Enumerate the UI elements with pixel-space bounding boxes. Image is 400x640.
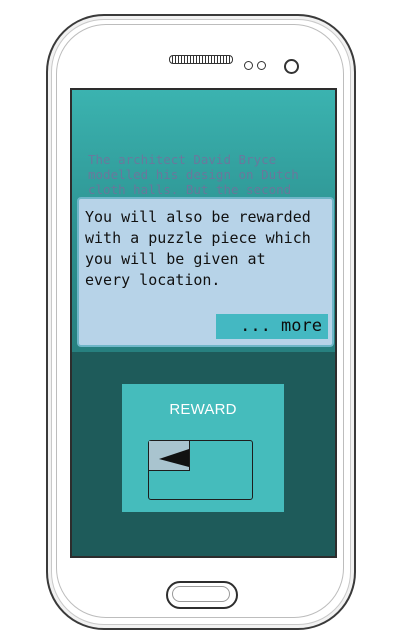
phone-screen: The architect David Bryce modelled his d… (70, 88, 337, 558)
info-dialog: You will also be rewarded with a puzzle … (77, 197, 334, 347)
sensor-dot (244, 61, 253, 70)
speaker-grille (169, 55, 233, 64)
home-button[interactable] (166, 581, 238, 609)
reward-panel: REWARD (122, 384, 284, 512)
reward-title: REWARD (169, 401, 237, 418)
sensor-dot (257, 61, 266, 70)
more-button[interactable]: ... more (216, 314, 328, 339)
puzzle-piece-icon[interactable] (149, 441, 190, 471)
home-button-inner (172, 586, 230, 602)
front-camera-icon (284, 59, 299, 74)
reward-slot (148, 440, 253, 500)
dialog-message: You will also be rewarded with a puzzle … (85, 208, 311, 289)
background-story-text: The architect David Bryce modelled his d… (88, 152, 299, 197)
